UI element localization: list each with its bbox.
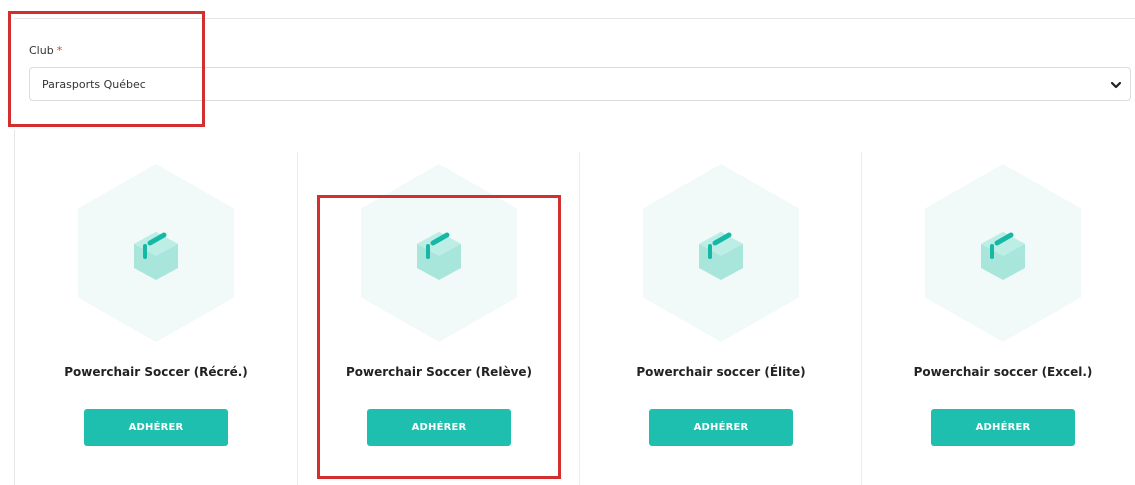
program-list: Powerchair Soccer (Récré.) ADHÉRER Power… (15, 152, 1135, 485)
club-select[interactable]: Parasports Québec (29, 67, 1131, 101)
program-name: Powerchair Soccer (Relève) (345, 365, 533, 379)
club-label-text: Club (29, 44, 54, 57)
club-label: Club * (29, 44, 62, 57)
program-hexagon (361, 164, 517, 342)
top-divider (14, 18, 1135, 19)
required-marker: * (56, 44, 63, 57)
program-hexagon (925, 164, 1081, 342)
join-button[interactable]: ADHÉRER (367, 409, 511, 446)
program-name: Powerchair soccer (Élite) (636, 365, 806, 379)
join-button[interactable]: ADHÉRER (649, 409, 793, 446)
program-card: Powerchair soccer (Excel.) ADHÉRER (861, 152, 1135, 485)
program-card: Powerchair Soccer (Relève) ADHÉRER (297, 152, 579, 485)
program-name: Powerchair Soccer (Récré.) (64, 365, 248, 379)
page: Club * Parasports Québec Powerchair Socce… (0, 0, 1135, 485)
join-button[interactable]: ADHÉRER (931, 409, 1075, 446)
club-select-value: Parasports Québec (42, 78, 146, 91)
chevron-down-icon (1110, 81, 1122, 89)
program-card: Powerchair soccer (Élite) ADHÉRER (579, 152, 861, 485)
program-hexagon (643, 164, 799, 342)
program-card: Powerchair Soccer (Récré.) ADHÉRER (15, 152, 297, 485)
join-button[interactable]: ADHÉRER (84, 409, 228, 446)
program-name: Powerchair soccer (Excel.) (913, 365, 1093, 379)
program-hexagon (78, 164, 234, 342)
